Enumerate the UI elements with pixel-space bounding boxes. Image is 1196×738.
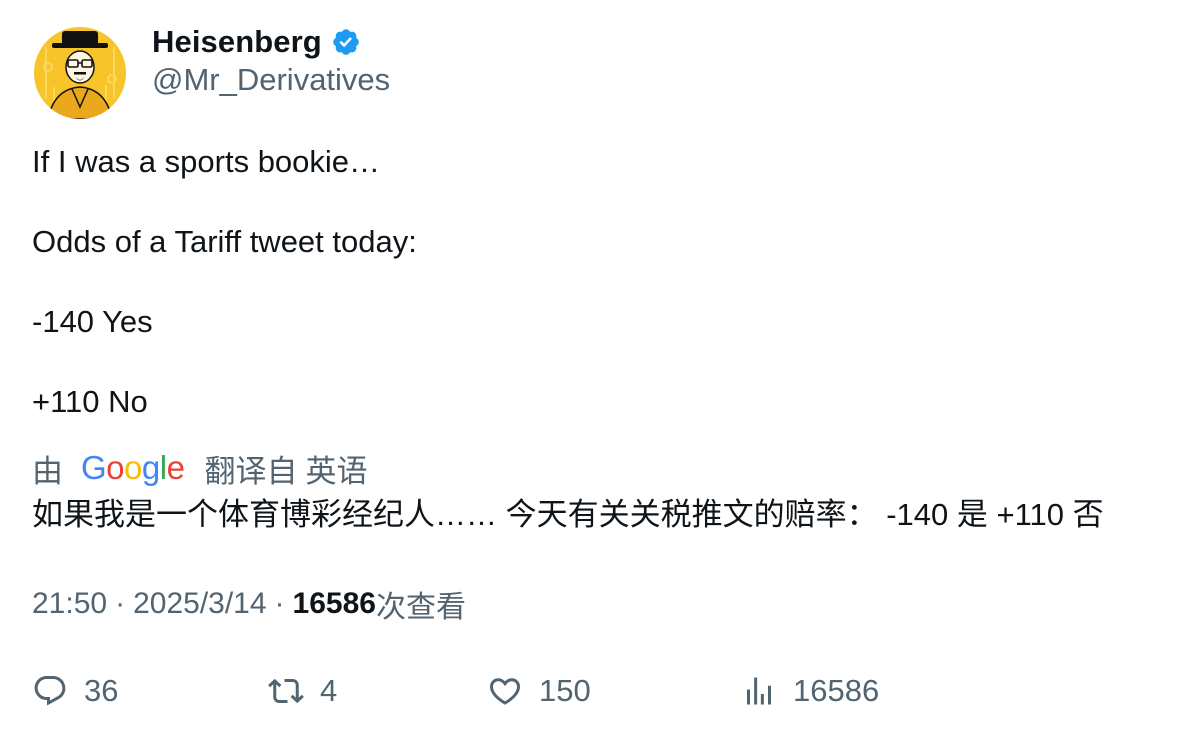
user-handle[interactable]: @Mr_Derivatives: [152, 62, 390, 98]
action-bar: 36 4 150 16586: [32, 668, 1172, 714]
views-count: 16586: [292, 587, 376, 620]
source-language: 英语: [305, 453, 368, 489]
translated-by-label: 由: [32, 453, 63, 489]
retweet-icon: [268, 678, 304, 704]
tweet-metadata: 21:50 · 2025/3/14 · 16586 次查看: [32, 583, 466, 625]
reply-button[interactable]: 36: [32, 668, 118, 714]
tweet-line: If I was a sports bookie…: [32, 144, 381, 179]
google-logo-letter: g: [141, 449, 160, 486]
display-name[interactable]: Heisenberg: [152, 24, 322, 60]
translated-text: 如果我是一个体育博彩经纪人…… 今天有关关税推文的赔率： -140 是 +110…: [32, 497, 1104, 532]
meta-separator: ·: [115, 587, 126, 620]
analytics-bar-icon: [747, 677, 771, 705]
views-label: 次查看: [375, 591, 466, 624]
tweet-line: +110 No: [32, 384, 148, 419]
retweet-button[interactable]: 4: [268, 668, 337, 714]
google-logo-letter: l: [159, 449, 167, 486]
meta-separator: ·: [274, 587, 285, 620]
translated-from-label: 翻译自: [204, 453, 298, 489]
like-button[interactable]: 150: [487, 668, 591, 714]
google-logo-letter: e: [166, 449, 185, 486]
views-action-count: 16586: [793, 673, 880, 708]
tweet-time[interactable]: 21:50: [32, 587, 107, 621]
avatar[interactable]: [34, 27, 126, 119]
verified-badge-icon[interactable]: [331, 27, 361, 57]
tweet-date[interactable]: 2025/3/14: [133, 587, 266, 621]
avatar-heisenberg-image: [34, 27, 126, 119]
google-logo[interactable]: Google: [81, 449, 185, 487]
tweet-card: Heisenberg @Mr_Derivatives If I was a sp…: [0, 0, 1196, 738]
reply-count: 36: [84, 673, 119, 708]
retweet-count: 4: [320, 673, 338, 708]
tweet-line: -140 Yes: [32, 304, 153, 339]
google-logo-letter: o: [124, 449, 142, 486]
heart-icon: [489, 678, 521, 705]
google-logo-letter: G: [81, 449, 107, 486]
translation-attribution: 由 Google 翻译自 英语: [32, 447, 367, 489]
tweet-line: Odds of a Tariff tweet today:: [32, 224, 417, 259]
like-count: 150: [539, 673, 591, 708]
display-name-row: Heisenberg: [152, 22, 361, 62]
reply-icon: [34, 676, 66, 706]
tweet-body: If I was a sports bookie… Odds of a Tari…: [32, 142, 1172, 422]
views-button[interactable]: 16586: [741, 668, 879, 714]
google-logo-letter: o: [106, 449, 125, 486]
